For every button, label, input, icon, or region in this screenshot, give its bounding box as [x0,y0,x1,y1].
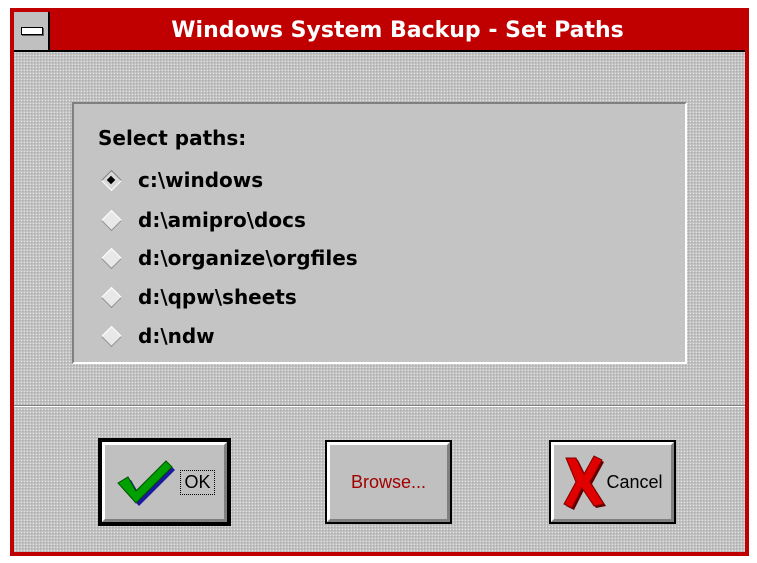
radio-unselected-icon[interactable] [100,325,123,348]
browse-button[interactable]: Browse... [325,440,452,524]
path-option-label: d:\qpw\sheets [138,285,297,309]
system-menu-icon[interactable] [14,12,50,50]
path-option-label: d:\ndw [138,324,215,348]
browse-button-label: Browse... [350,471,427,492]
path-option-amipro-docs[interactable]: d:\amipro\docs [100,202,520,238]
radio-unselected-icon[interactable] [100,247,123,270]
radio-unselected-icon[interactable] [100,209,123,232]
dialog-window: Windows System Backup - Set Paths Select… [10,8,749,556]
paths-group: Select paths: c:\windows d:\amipro\docs … [72,102,687,364]
ok-button[interactable]: OK [98,438,231,526]
checkmark-icon [114,457,176,507]
system-menu-bar-icon [21,27,43,35]
divider [14,405,745,407]
cancel-button-label: Cancel [606,471,663,492]
path-option-label: c:\windows [138,168,264,192]
path-option-qpw-sheets[interactable]: d:\qpw\sheets [100,279,520,315]
path-option-ndw[interactable]: d:\ndw [100,318,520,354]
path-option-label: d:\organize\orgfiles [138,246,358,270]
path-option-label: d:\amipro\docs [138,208,306,232]
select-paths-label: Select paths: [98,126,247,150]
title-bar[interactable]: Windows System Backup - Set Paths [14,12,745,52]
red-x-icon [562,454,607,510]
window-title: Windows System Backup - Set Paths [171,18,624,43]
path-option-windows[interactable]: c:\windows [100,162,520,198]
path-option-organize-orgfiles[interactable]: d:\organize\orgfiles [100,240,520,276]
cancel-button[interactable]: Cancel [549,440,676,524]
ok-button-label: OK [180,469,215,495]
radio-unselected-icon[interactable] [100,286,123,309]
radio-selected-icon[interactable] [100,169,123,192]
